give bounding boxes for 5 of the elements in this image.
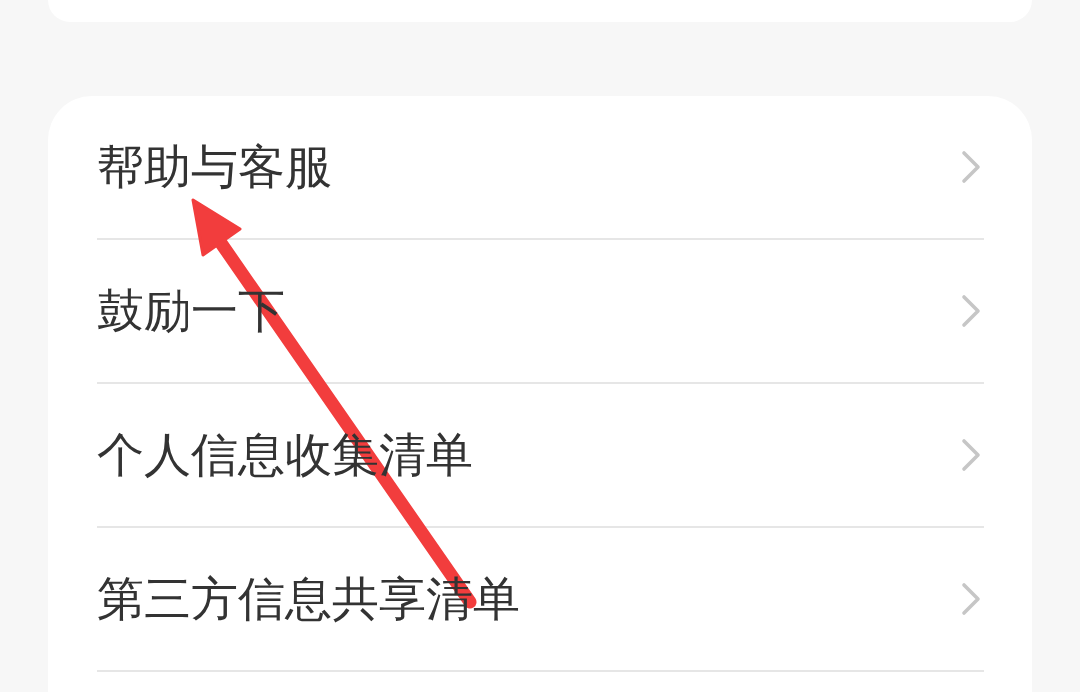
chevron-right-icon [961, 582, 981, 616]
chevron-right-icon [961, 150, 981, 184]
chevron-right-icon [961, 438, 981, 472]
menu-item[interactable]: 第三方信息共享清单 [97, 528, 984, 672]
chevron-right-icon [961, 294, 981, 328]
